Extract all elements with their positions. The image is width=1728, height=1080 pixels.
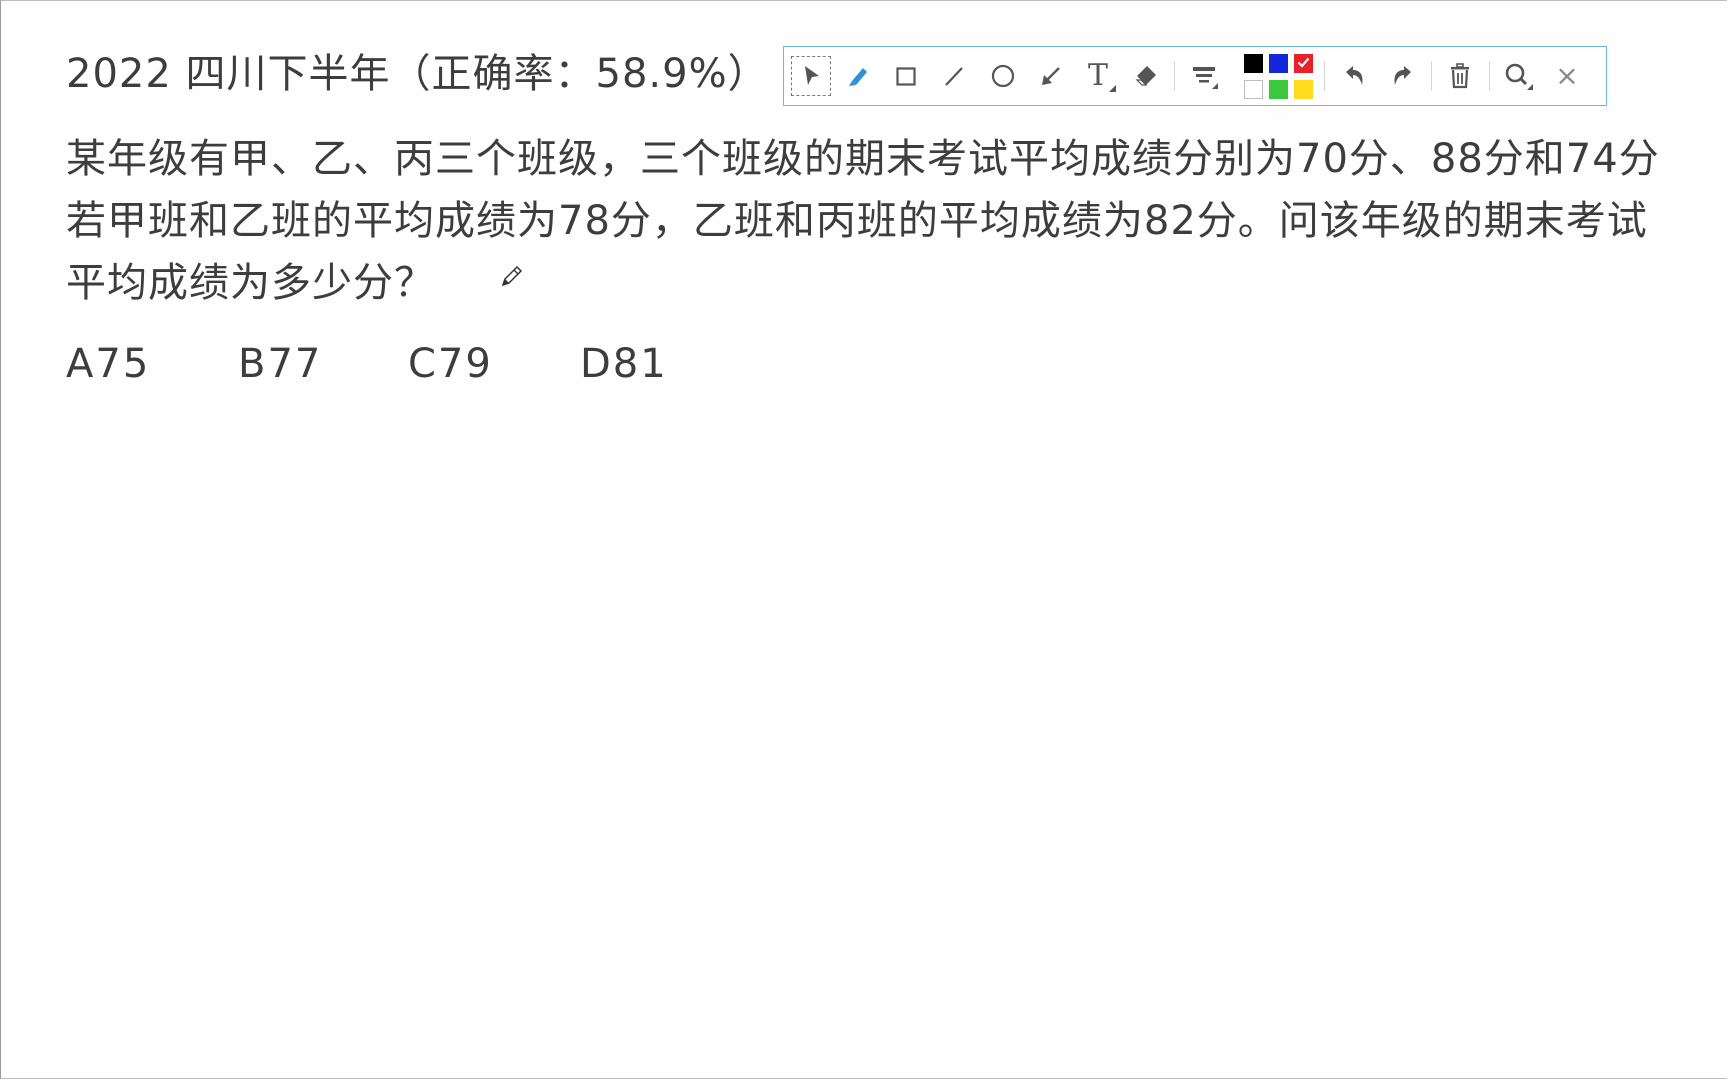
arrow-tool-button[interactable] <box>1031 56 1071 96</box>
question-line-2: 若甲班和乙班的平均成绩为78分，乙班和丙班的平均成绩为82分。问该年级的期末考试 <box>66 198 1648 244</box>
toolbar-divider <box>1431 61 1432 91</box>
option-a[interactable]: A75 <box>66 336 150 392</box>
color-swatch-yellow[interactable] <box>1294 80 1313 99</box>
toolbar-divider <box>1324 61 1325 91</box>
pen-tool-button[interactable] <box>838 56 878 96</box>
zoom-button[interactable] <box>1498 56 1538 96</box>
question-line-1: 某年级有甲、乙、丙三个班级，三个班级的期末考试平均成绩分别为70分、88分和74… <box>66 136 1660 182</box>
zoom-icon <box>1505 63 1533 90</box>
delete-button[interactable] <box>1440 56 1480 96</box>
color-swatch-red[interactable] <box>1294 54 1313 73</box>
corner-indicator-icon <box>1109 85 1116 92</box>
eraser-icon <box>1135 66 1156 86</box>
line-tool-button[interactable] <box>934 56 974 96</box>
redo-button[interactable] <box>1382 56 1422 96</box>
line-icon <box>945 67 963 86</box>
question-text: 某年级有甲、乙、丙三个班级，三个班级的期末考试平均成绩分别为70分、88分和74… <box>66 128 1728 314</box>
option-c[interactable]: C79 <box>408 336 493 392</box>
delete-icon <box>1451 63 1469 89</box>
circle-tool-button[interactable] <box>983 56 1023 96</box>
arrow-icon <box>1042 67 1060 85</box>
select-tool-button[interactable] <box>791 56 831 96</box>
rectangle-tool-button[interactable] <box>886 56 926 96</box>
eraser-tool-button[interactable] <box>1126 56 1166 96</box>
check-icon <box>1297 57 1310 68</box>
color-swatch-blue[interactable] <box>1269 54 1288 73</box>
color-swatch-green[interactable] <box>1269 80 1288 99</box>
redo-icon <box>1394 66 1411 85</box>
line-width-icon <box>1193 67 1218 89</box>
toolbar-divider <box>1489 61 1490 91</box>
question-line-3: 平均成绩为多少分？ <box>66 260 435 306</box>
close-icon: × <box>1555 59 1579 92</box>
option-b[interactable]: B77 <box>238 336 322 392</box>
option-d[interactable]: D81 <box>580 336 668 392</box>
toolbar-divider <box>1174 61 1175 91</box>
text-icon: T <box>1087 58 1108 93</box>
line-width-button[interactable] <box>1184 56 1224 96</box>
page-title: 2022 四川下半年（正确率：58.9%） <box>66 51 769 97</box>
circle-icon <box>991 64 1015 88</box>
color-swatch-black[interactable] <box>1244 54 1263 73</box>
text-tool-button[interactable]: T <box>1078 56 1118 96</box>
pen-icon <box>849 68 867 86</box>
rectangle-icon <box>896 67 916 86</box>
color-swatch-white[interactable] <box>1244 80 1263 99</box>
undo-icon <box>1346 66 1363 85</box>
close-toolbar-button[interactable]: × <box>1547 56 1587 96</box>
select-arrow-icon <box>805 66 819 85</box>
undo-button[interactable] <box>1335 56 1375 96</box>
annotation-toolbar: T × <box>783 46 1607 106</box>
pencil-cursor-icon <box>501 265 523 287</box>
